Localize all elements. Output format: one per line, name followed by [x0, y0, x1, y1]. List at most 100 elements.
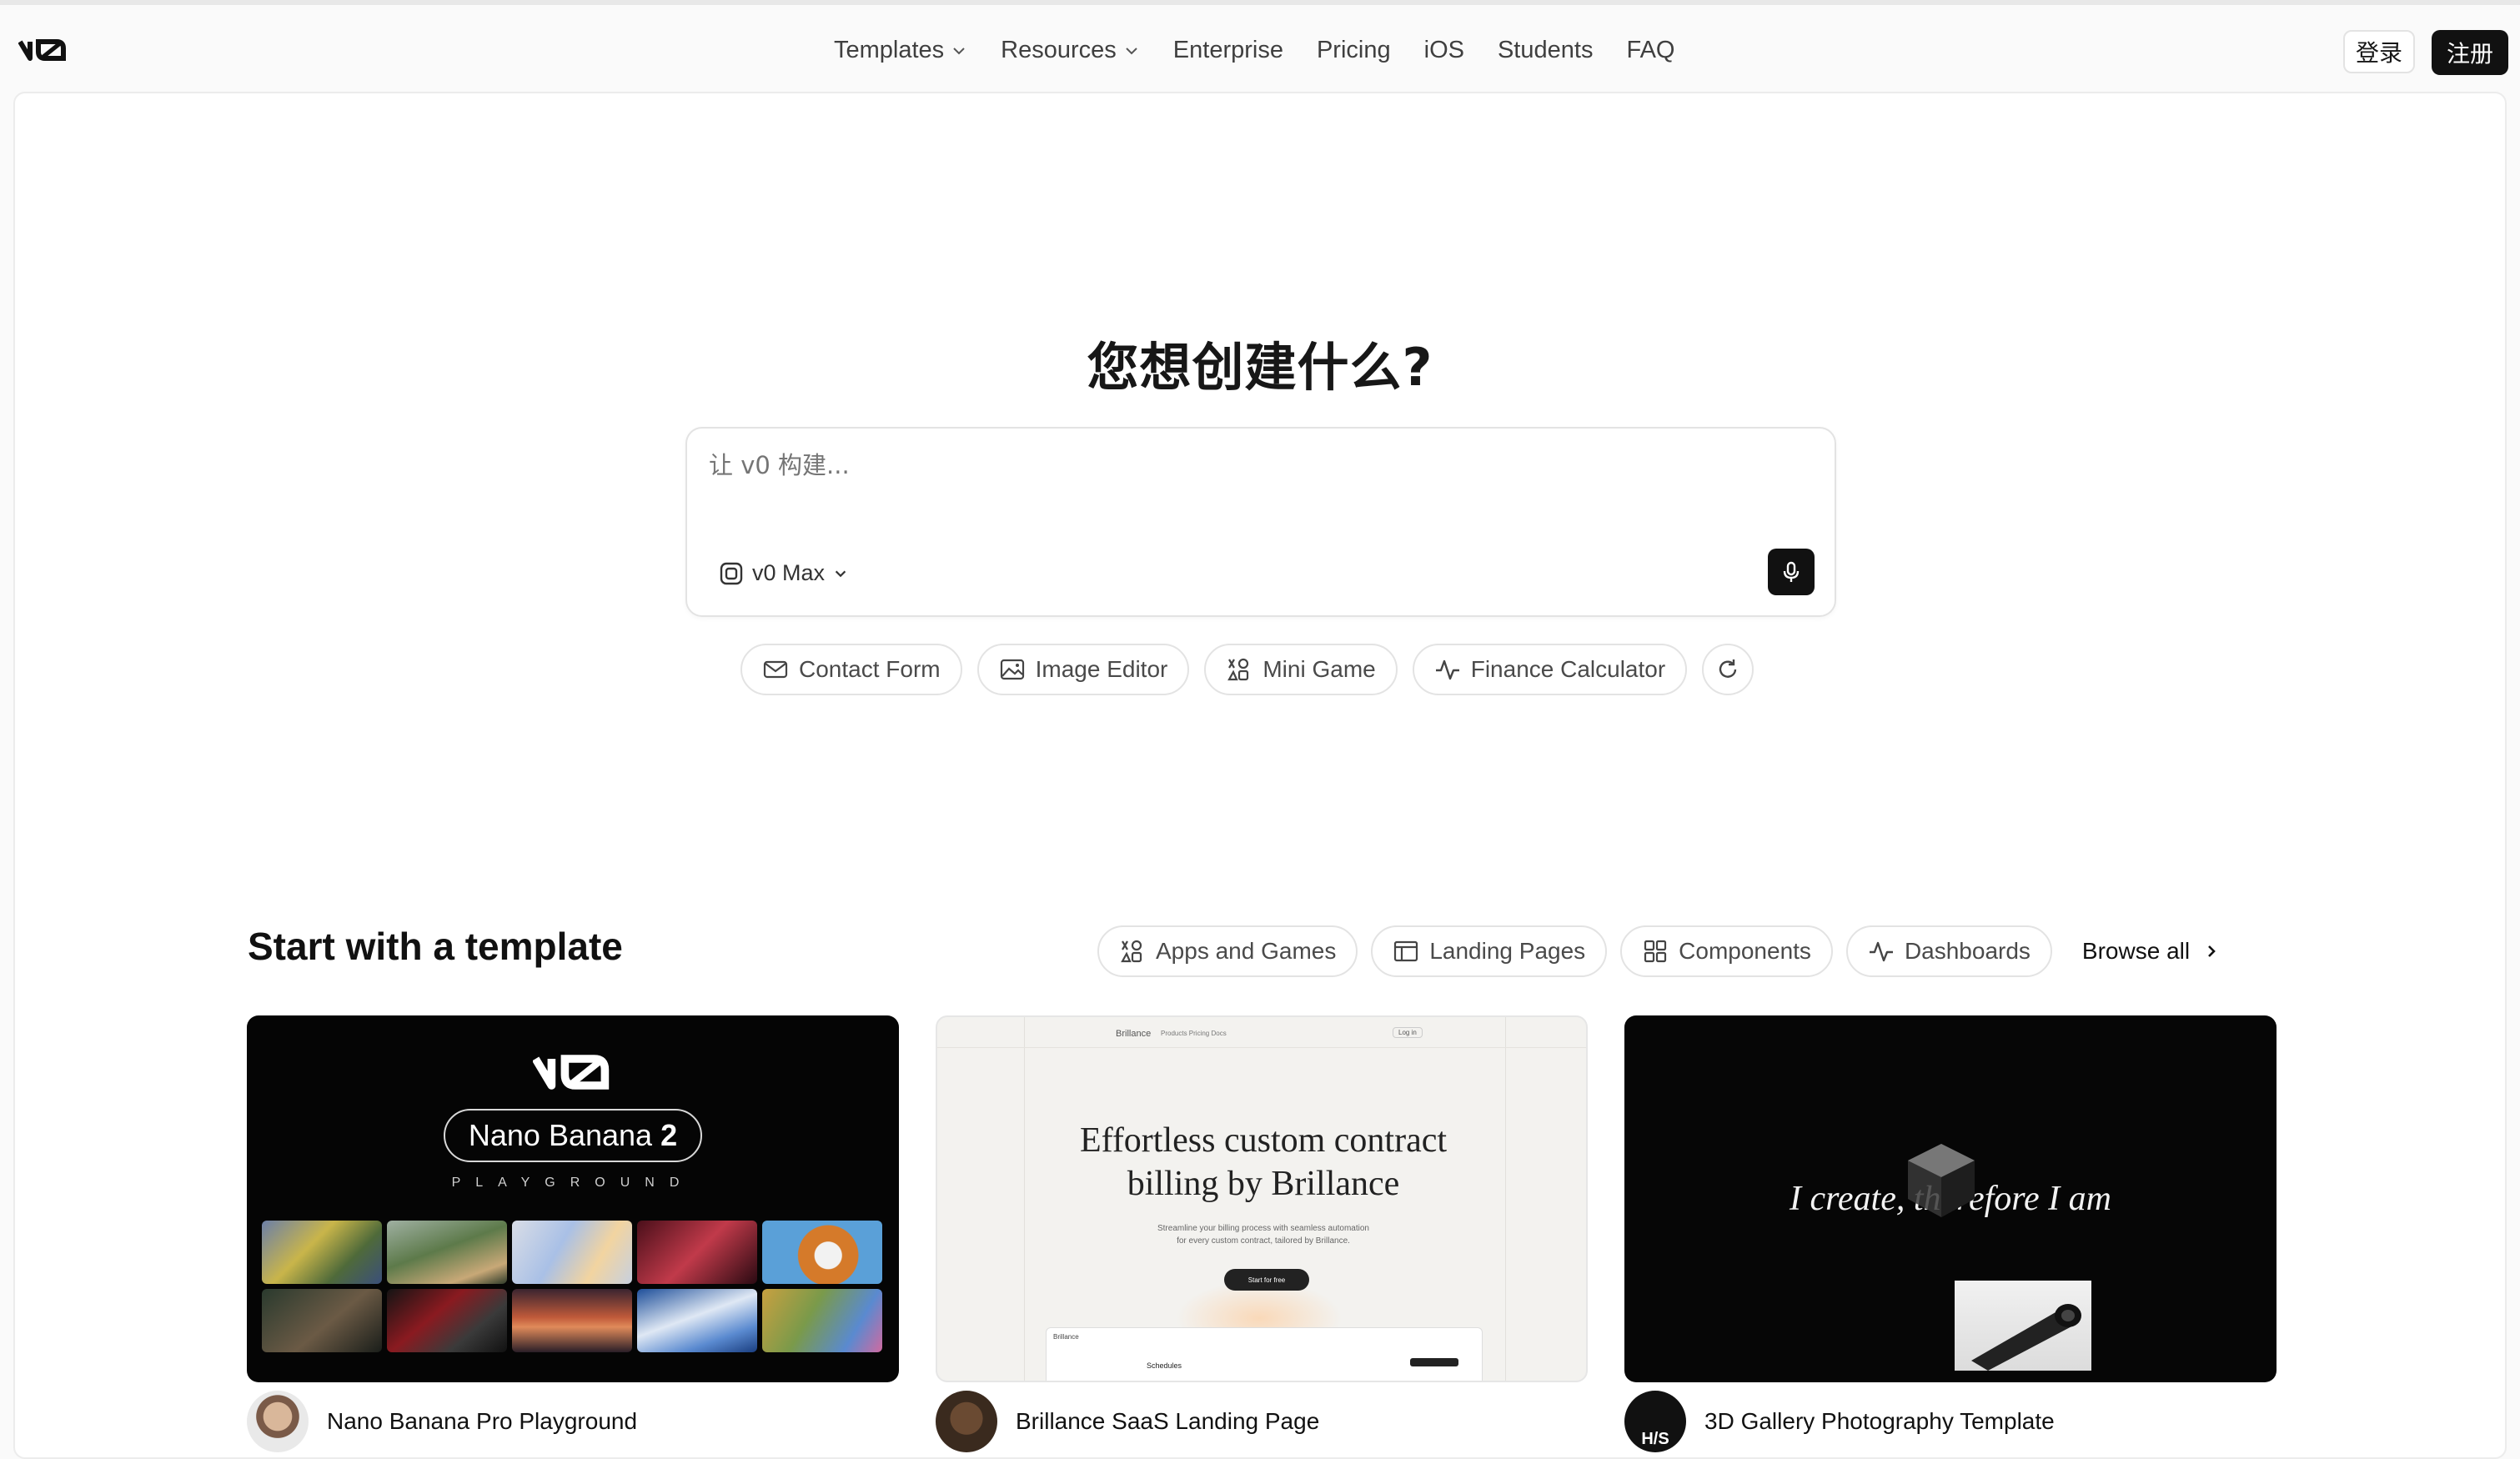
template-card-meta: H/S 3D Gallery Photography Template: [1624, 1391, 2055, 1452]
preview-image: [637, 1221, 757, 1284]
preview-pill-number: 2: [660, 1118, 678, 1152]
nav-faq[interactable]: FAQ: [1609, 32, 1691, 69]
preview-image: [387, 1221, 507, 1284]
preview-image: [262, 1289, 382, 1352]
preview-headline: Effortless custom contract billing by Br…: [937, 1119, 1586, 1206]
preview-image-grid: [262, 1221, 882, 1352]
preview-cta-button: Start for free: [1224, 1269, 1309, 1291]
category-apps-and-games[interactable]: Apps and Games: [1097, 925, 1358, 977]
templates-heading: Start with a template: [248, 925, 623, 968]
preview-image: [262, 1221, 382, 1284]
mail-icon: [763, 660, 788, 679]
microphone-button[interactable]: [1768, 549, 1815, 595]
nav-templates[interactable]: Templates: [817, 32, 984, 69]
template-category-filters: Apps and Games Landing Pages Components …: [1097, 925, 2220, 977]
avatar: [936, 1391, 997, 1452]
template-card-title[interactable]: Nano Banana Pro Playground: [327, 1408, 637, 1435]
grid-icon: [1644, 940, 1667, 963]
template-card-meta: Brillance SaaS Landing Page: [936, 1391, 1319, 1452]
preview-image: [637, 1289, 757, 1352]
shapes-icon: [1227, 658, 1249, 681]
preview-app-title: Schedules: [1147, 1361, 1182, 1370]
nav-ios[interactable]: iOS: [1408, 32, 1481, 69]
suggestion-chips: Contact Form Image Editor Mini Game Fina…: [740, 644, 1754, 695]
category-landing-pages-label: Landing Pages: [1429, 938, 1586, 964]
preview-pill: Nano Banana 2: [444, 1109, 702, 1162]
preview-brand: Brillance: [1116, 1029, 1152, 1039]
login-button[interactable]: 登录: [2343, 30, 2415, 73]
chevron-down-icon: [1126, 47, 1137, 54]
avatar: [247, 1391, 309, 1452]
preview-subtext-line: Streamline your billing process with sea…: [1157, 1224, 1369, 1233]
preview-photo: [1955, 1281, 2091, 1371]
avatar: H/S: [1624, 1391, 1686, 1452]
chip-contact-form-label: Contact Form: [799, 656, 941, 682]
model-label: v0 Max: [752, 560, 826, 585]
refresh-suggestions-button[interactable]: [1702, 644, 1754, 695]
chip-finance-calculator-label: Finance Calculator: [1470, 656, 1666, 682]
nav-templates-label: Templates: [834, 37, 945, 63]
chevron-right-icon: [2208, 945, 2216, 957]
preview-subtitle: PLAYGROUND: [451, 1176, 695, 1190]
preview-pill-text: Nano Banana: [468, 1118, 653, 1152]
microphone-icon: [1783, 561, 1800, 582]
nav-students[interactable]: Students: [1481, 32, 1609, 69]
preview-image: [512, 1221, 632, 1284]
cube-icon: [1908, 1144, 1975, 1217]
category-components-label: Components: [1679, 938, 1811, 964]
chip-image-editor-label: Image Editor: [1035, 656, 1168, 682]
category-components[interactable]: Components: [1620, 925, 1833, 977]
camera-lens-icon: [1971, 1304, 2081, 1371]
preview-headline-line: billing by Brillance: [1127, 1165, 1400, 1203]
template-card-preview[interactable]: I create, therefore I am: [1624, 1015, 2277, 1382]
chip-mini-game[interactable]: Mini Game: [1204, 644, 1398, 695]
refresh-icon: [1719, 659, 1737, 678]
preview-subtext: Streamline your billing process with sea…: [937, 1222, 1586, 1247]
category-apps-and-games-label: Apps and Games: [1156, 938, 1337, 964]
category-landing-pages[interactable]: Landing Pages: [1371, 925, 1608, 977]
chip-finance-calculator[interactable]: Finance Calculator: [1412, 644, 1688, 695]
avatar-initials: H/S: [1641, 1430, 1669, 1448]
template-card-title[interactable]: 3D Gallery Photography Template: [1704, 1408, 2055, 1435]
preview-app-window: Brillance Schedules: [1046, 1327, 1483, 1381]
shapes-icon: [1121, 940, 1142, 963]
preview-image: [762, 1221, 882, 1284]
chip-contact-form[interactable]: Contact Form: [740, 644, 962, 695]
activity-icon: [1869, 941, 1893, 962]
nav-resources[interactable]: Resources: [984, 32, 1157, 69]
prompt-box: v0 Max: [685, 427, 1836, 617]
model-selector[interactable]: v0 Max: [719, 560, 848, 586]
chevron-down-icon: [953, 47, 965, 54]
signup-button[interactable]: 注册: [2432, 30, 2508, 75]
prompt-input[interactable]: [707, 450, 1711, 480]
preview-app-brand: Brillance: [1053, 1333, 1079, 1341]
template-card-title[interactable]: Brillance SaaS Landing Page: [1016, 1408, 1319, 1435]
hero-title: 您想创建什么?: [1087, 337, 1433, 398]
preview-image: [387, 1289, 507, 1352]
template-card-meta: Nano Banana Pro Playground: [247, 1391, 637, 1452]
top-nav-bar: Templates Resources Enterprise Pricing i…: [0, 5, 2520, 92]
browse-all-label: Browse all: [2081, 938, 2191, 964]
category-dashboards[interactable]: Dashboards: [1845, 925, 2052, 977]
image-icon: [1000, 659, 1024, 680]
layout-icon: [1394, 940, 1418, 962]
browse-all-link[interactable]: Browse all: [2066, 938, 2220, 965]
model-icon: [720, 562, 743, 584]
chip-mini-game-label: Mini Game: [1263, 656, 1376, 682]
preview-subtext-line: for every custom contract, tailored by B…: [1177, 1236, 1350, 1246]
nav-pricing[interactable]: Pricing: [1300, 32, 1408, 69]
template-card-preview[interactable]: Nano Banana 2 PLAYGROUND: [247, 1015, 899, 1382]
chip-image-editor[interactable]: Image Editor: [976, 644, 1190, 695]
template-card-preview[interactable]: Brillance Products Pricing Docs Log in E…: [936, 1015, 1588, 1382]
preview-image: [762, 1289, 882, 1352]
preview-login: Log in: [1393, 1027, 1423, 1038]
main-nav: Templates Resources Enterprise Pricing i…: [817, 32, 1691, 69]
nav-enterprise[interactable]: Enterprise: [1157, 32, 1300, 69]
chevron-down-icon: [835, 570, 846, 577]
v0-logo-icon[interactable]: [18, 37, 68, 63]
preview-app-button: [1410, 1358, 1458, 1366]
v0-logo-icon: [533, 1055, 610, 1090]
preview-image: [512, 1289, 632, 1352]
preview-headline-line: Effortless custom contract: [1079, 1121, 1448, 1160]
preview-topbar: Brillance Products Pricing Docs Log in: [937, 1017, 1586, 1048]
